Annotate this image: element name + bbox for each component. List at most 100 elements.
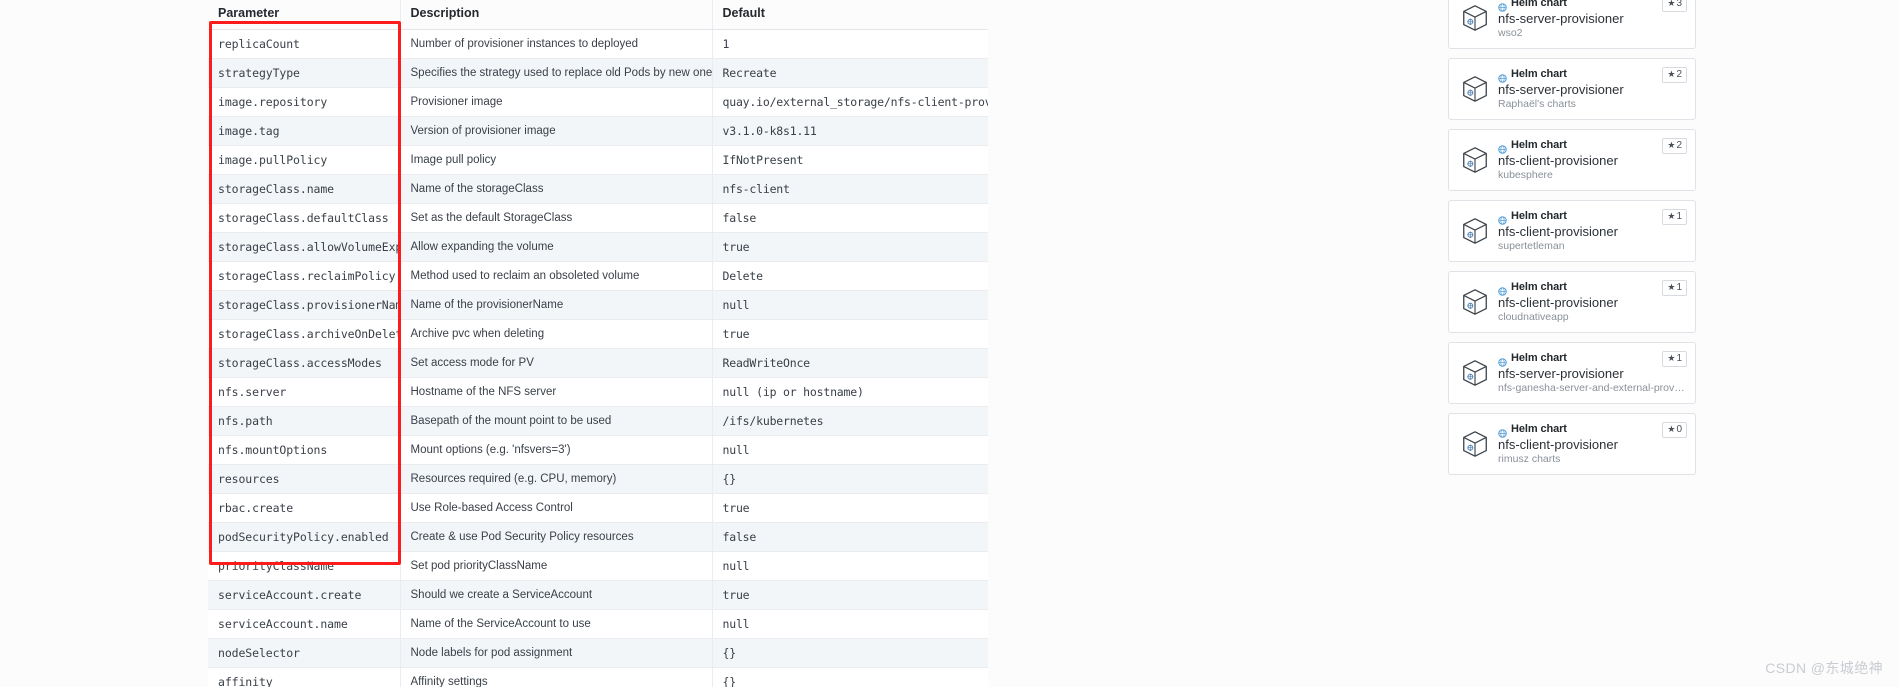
cell-default: {} — [712, 464, 988, 494]
cell-default: true — [712, 493, 988, 523]
chart-card-kind: Helm chart — [1511, 67, 1567, 80]
cell-default: 1 — [712, 29, 988, 59]
cell-parameter: storageClass.reclaimPolicy — [208, 261, 401, 291]
table-row: nfs.server Hostname of the NFS server null… — [208, 377, 988, 407]
chart-card-name[interactable]: nfs-server-provisioner — [1498, 11, 1686, 26]
chart-card[interactable]: Helm chart nfs-server-provisioner wso2 ★3 — [1448, 0, 1696, 49]
chart-card-info: Helm chart nfs-client-provisioner cloudnat… — [1498, 281, 1686, 324]
chart-card-repo: nfs-ganesha-server-and-external-provis… — [1498, 381, 1686, 394]
cell-default: null — [712, 290, 988, 320]
chart-card[interactable]: Helm chart nfs-client-provisioner kubesphe… — [1448, 129, 1696, 191]
globe-icon — [1498, 70, 1507, 83]
table-body: replicaCount Number of provisioner instan… — [208, 29, 988, 687]
star-count-value: 1 — [1676, 353, 1682, 364]
cell-description: Archive pvc when deleting — [400, 319, 713, 349]
cell-description: Set access mode for PV — [400, 348, 713, 378]
cell-parameter: nodeSelector — [208, 638, 401, 668]
cell-parameter: replicaCount — [208, 29, 401, 59]
cell-description: Mount options (e.g. 'nfsvers=3') — [400, 435, 713, 465]
cell-description: Name of the provisionerName — [400, 290, 713, 320]
cell-parameter: nfs.server — [208, 377, 401, 407]
table-row: strategyType Specifies the strategy used … — [208, 58, 988, 88]
cell-description: Version of provisioner image — [400, 116, 713, 146]
helm-chart-box-icon — [1460, 287, 1490, 317]
table-row: serviceAccount.create Should we create a … — [208, 580, 988, 610]
column-header-default: Default — [712, 0, 988, 30]
chart-card-name[interactable]: nfs-client-provisioner — [1498, 295, 1686, 310]
table-row: storageClass.allowVolumeExpansionAllow e… — [208, 232, 988, 262]
chart-card-kind: Helm chart — [1511, 351, 1567, 364]
cell-parameter: storageClass.accessModes — [208, 348, 401, 378]
star-icon: ★ — [1667, 0, 1676, 8]
helm-chart-box-icon — [1460, 74, 1490, 104]
cell-parameter: storageClass.archiveOnDelete — [208, 319, 401, 349]
globe-icon — [1498, 283, 1507, 296]
cell-description: Hostname of the NFS server — [400, 377, 713, 407]
cell-default: {} — [712, 638, 988, 668]
chart-card[interactable]: Helm chart nfs-server-provisioner nfs-gane… — [1448, 342, 1696, 404]
cell-parameter: serviceAccount.name — [208, 609, 401, 639]
chart-card-name[interactable]: nfs-server-provisioner — [1498, 366, 1686, 381]
cell-description: Create & use Pod Security Policy resourc… — [400, 522, 713, 552]
cell-parameter: nfs.mountOptions — [208, 435, 401, 465]
chart-card[interactable]: Helm chart nfs-client-provisioner rimusz c… — [1448, 413, 1696, 475]
cell-parameter: strategyType — [208, 58, 401, 88]
globe-icon — [1498, 425, 1507, 438]
chart-card[interactable]: Helm chart nfs-server-provisioner Raphaël'… — [1448, 58, 1696, 120]
chart-card-repo: wso2 — [1498, 26, 1523, 39]
star-icon: ★ — [1667, 140, 1676, 150]
chart-card-kind: Helm chart — [1511, 280, 1567, 293]
table-row: image.pullPolicy Image pull policy IfNotPr… — [208, 145, 988, 175]
table-row: storageClass.provisionerName Name of the … — [208, 290, 988, 320]
cell-parameter: nfs.path — [208, 406, 401, 436]
table-row: storageClass.reclaimPolicy Method used to… — [208, 261, 988, 291]
cell-default: null — [712, 609, 988, 639]
star-icon: ★ — [1667, 282, 1676, 292]
cell-default: null (ip or hostname) — [712, 377, 988, 407]
table-row: storageClass.name Name of the storageClas… — [208, 174, 988, 204]
helm-chart-box-icon — [1460, 429, 1490, 459]
chart-card[interactable]: Helm chart nfs-client-provisioner cloudnat… — [1448, 271, 1696, 333]
cell-parameter: storageClass.allowVolumeExpansion — [208, 232, 401, 262]
chart-card-kind: Helm chart — [1511, 422, 1567, 435]
cell-default: false — [712, 522, 988, 552]
star-count-value: 3 — [1676, 0, 1682, 9]
cell-parameter: priorityClassName — [208, 551, 401, 581]
table-row: serviceAccount.name Name of the ServiceAc… — [208, 609, 988, 639]
cell-default: true — [712, 319, 988, 349]
cell-description: Name of the ServiceAccount to use — [400, 609, 713, 639]
cell-parameter: storageClass.name — [208, 174, 401, 204]
cell-parameter: image.repository — [208, 87, 401, 117]
cell-description: Affinity settings — [400, 667, 713, 687]
chart-card-name[interactable]: nfs-client-provisioner — [1498, 437, 1686, 452]
column-header-parameter: Parameter — [208, 0, 401, 30]
chart-card[interactable]: Helm chart nfs-client-provisioner supertet… — [1448, 200, 1696, 262]
cell-parameter: resources — [208, 464, 401, 494]
chart-card-kind: Helm chart — [1511, 209, 1567, 222]
column-header-description: Description — [400, 0, 713, 30]
cell-description: Allow expanding the volume — [400, 232, 713, 262]
star-count-badge: ★0 — [1662, 422, 1687, 438]
cell-parameter: podSecurityPolicy.enabled — [208, 522, 401, 552]
chart-card-kind: Helm chart — [1511, 0, 1567, 9]
chart-kind-row: Helm chart — [1498, 422, 1686, 438]
table-row: image.repository Provisioner image quay.io… — [208, 87, 988, 117]
star-icon: ★ — [1667, 424, 1676, 434]
table-row: image.tag Version of provisioner image v3.… — [208, 116, 988, 146]
chart-kind-row: Helm chart — [1498, 0, 1686, 12]
star-count-badge: ★2 — [1662, 138, 1687, 154]
chart-card-name[interactable]: nfs-client-provisioner — [1498, 153, 1686, 168]
cell-default: null — [712, 551, 988, 581]
table-row: storageClass.archiveOnDelete Archive pvc … — [208, 319, 988, 349]
star-count-value: 1 — [1676, 282, 1682, 293]
cell-default: ReadWriteOnce — [712, 348, 988, 378]
cell-default: Recreate — [712, 58, 988, 88]
star-count-value: 2 — [1676, 140, 1682, 151]
chart-card-repo: Raphaël's charts — [1498, 97, 1576, 110]
chart-card-name[interactable]: nfs-server-provisioner — [1498, 82, 1686, 97]
chart-kind-row: Helm chart — [1498, 139, 1686, 154]
chart-card-info: Helm chart nfs-client-provisioner rimusz c… — [1498, 423, 1686, 466]
star-count-badge: ★2 — [1662, 67, 1687, 83]
globe-icon — [1498, 141, 1507, 154]
chart-card-name[interactable]: nfs-client-provisioner — [1498, 224, 1686, 239]
